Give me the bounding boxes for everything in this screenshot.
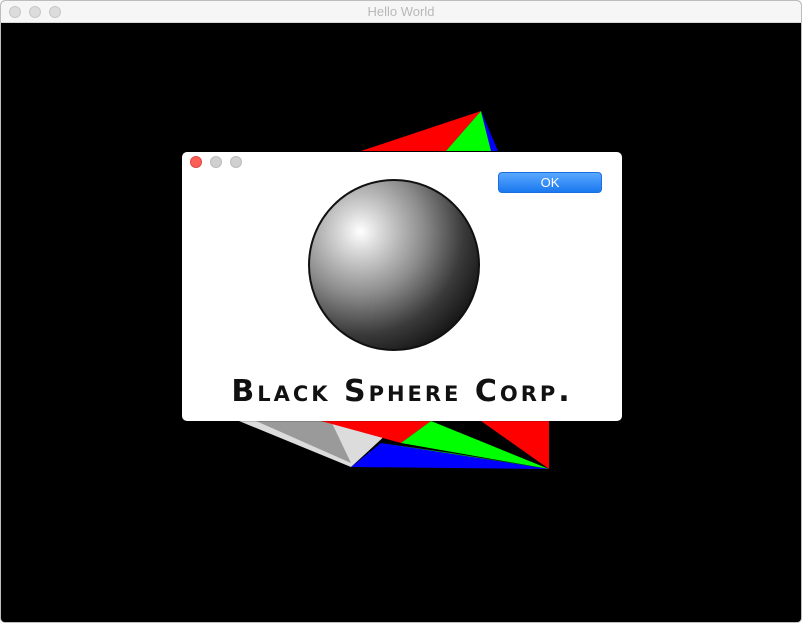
- company-logo-text: Black Sphere Corp.: [231, 374, 573, 409]
- dialog-close-icon[interactable]: [190, 156, 202, 168]
- app-window: Hello World OK Black Sphere Corp.: [0, 0, 802, 623]
- title-bar[interactable]: Hello World: [1, 1, 801, 23]
- dialog-minimize-icon: [210, 156, 222, 168]
- render-canvas[interactable]: OK Black Sphere Corp.: [1, 23, 801, 622]
- about-dialog: OK Black Sphere Corp.: [182, 152, 622, 421]
- sphere-logo-icon: [308, 179, 480, 351]
- ok-button[interactable]: OK: [498, 172, 602, 193]
- dialog-zoom-icon: [230, 156, 242, 168]
- window-title: Hello World: [367, 4, 435, 19]
